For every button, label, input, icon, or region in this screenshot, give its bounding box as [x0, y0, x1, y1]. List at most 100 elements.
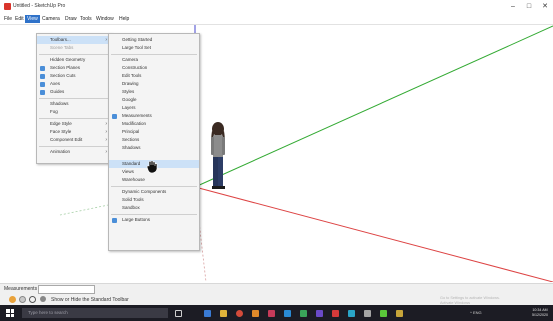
- toolbar-item-shadows[interactable]: Shadows: [109, 144, 199, 152]
- toolbar-item-large-tool-set[interactable]: Large Tool Set: [109, 44, 199, 52]
- toolbar-item-google[interactable]: Google: [109, 96, 199, 104]
- menu-separator: [111, 186, 197, 187]
- toolbar-item-edit-tools[interactable]: Edit Tools: [109, 72, 199, 80]
- taskbar-app-icon[interactable]: [268, 310, 275, 317]
- toolbar-item-styles[interactable]: Styles: [109, 88, 199, 96]
- menu-camera[interactable]: Camera: [40, 15, 62, 23]
- view-menu-item-guides[interactable]: Guides: [37, 88, 111, 96]
- status-bar: Show or Hide the Standard Toolbar Go to …: [0, 294, 553, 305]
- menu-view[interactable]: View: [25, 15, 40, 23]
- clock-time: 10:34 AM: [532, 308, 548, 312]
- view-dropdown-menu: Toolbars... › Scene Tabs Hidden Geometry…: [36, 33, 112, 164]
- window-title: Untitled - SketchUp Pro: [13, 3, 66, 9]
- taskbar-app-icon[interactable]: [380, 310, 387, 317]
- checkmark-icon: [112, 113, 117, 119]
- toolbar-item-sections[interactable]: Sections: [109, 136, 199, 144]
- task-view-icon[interactable]: [175, 310, 182, 317]
- system-tray[interactable]: ^ ENG: [470, 310, 482, 315]
- watermark-line-1: Go to Settings to activate Windows.: [440, 296, 500, 300]
- submenu-arrow-icon: ›: [105, 37, 107, 43]
- menu-tools[interactable]: Tools: [78, 15, 94, 23]
- taskbar-clock[interactable]: 10:34 AM 5/12/2020: [532, 308, 548, 317]
- taskbar-search-placeholder: Type here to search: [28, 310, 68, 315]
- menu-separator: [111, 214, 197, 215]
- user-icon[interactable]: [29, 296, 36, 303]
- view-menu-item-fog[interactable]: Fog: [37, 108, 111, 116]
- taskbar-app-icon[interactable]: [364, 310, 371, 317]
- maximize-button[interactable]: □: [522, 1, 536, 12]
- toolbar-item-getting-started[interactable]: Getting Started: [109, 36, 199, 44]
- view-menu-item-face-style[interactable]: Face Style ›: [37, 128, 111, 136]
- view-menu-item-scene-tabs[interactable]: Scene Tabs: [37, 44, 111, 52]
- taskbar-app-explorer-icon[interactable]: [220, 310, 227, 317]
- taskbar-app-chrome-icon[interactable]: [236, 310, 243, 317]
- toolbar-item-layers[interactable]: Layers: [109, 104, 199, 112]
- toolbar-item-modification[interactable]: Modification: [109, 120, 199, 128]
- submenu-arrow-icon: ›: [105, 137, 107, 143]
- taskbar-app-edge-icon[interactable]: [204, 310, 211, 317]
- green-axis: [194, 25, 553, 188]
- geo-location-icon[interactable]: [9, 296, 16, 303]
- taskbar-app-icon[interactable]: [348, 310, 355, 317]
- menu-separator: [111, 54, 197, 55]
- view-menu-item-section-planes[interactable]: Section Planes: [37, 64, 111, 72]
- view-menu-item-shadows[interactable]: Shadows: [37, 100, 111, 108]
- measurements-label: Measurements: [4, 286, 38, 292]
- close-button[interactable]: ✕: [538, 1, 552, 12]
- toolbar-item-drawing[interactable]: Drawing: [109, 80, 199, 88]
- status-text: Show or Hide the Standard Toolbar: [51, 297, 129, 303]
- submenu-arrow-icon: ›: [105, 121, 107, 127]
- menu-draw[interactable]: Draw: [63, 15, 79, 23]
- sketchup-logo-icon: [4, 3, 11, 10]
- red-axis: [194, 186, 553, 282]
- windows-start-icon[interactable]: [6, 309, 14, 317]
- toolbar-item-solid-tools[interactable]: Solid Tools: [109, 196, 199, 204]
- submenu-arrow-icon: ›: [105, 129, 107, 135]
- toolbar-item-large-buttons[interactable]: Large Buttons: [109, 216, 199, 224]
- view-menu-item-toolbars[interactable]: Toolbars... ›: [37, 36, 111, 44]
- view-menu-item-component-edit[interactable]: Component Edit ›: [37, 136, 111, 144]
- toolbar-item-measurements[interactable]: Measurements: [109, 112, 199, 120]
- toolbar-item-sandbox[interactable]: Sandbox: [109, 204, 199, 212]
- checkmark-icon: [112, 217, 117, 223]
- measurements-bar: Measurements: [0, 283, 553, 294]
- view-menu-item-edge-style[interactable]: Edge Style ›: [37, 120, 111, 128]
- toolbar-item-construction[interactable]: Construction: [109, 64, 199, 72]
- taskbar-app-icon[interactable]: [396, 310, 403, 317]
- view-menu-item-section-cuts[interactable]: Section Cuts: [37, 72, 111, 80]
- toolbar-item-dynamic-components[interactable]: Dynamic Components: [109, 188, 199, 196]
- taskbar-app-icon[interactable]: [252, 310, 259, 317]
- menu-separator: [39, 146, 109, 147]
- toolbars-submenu: Getting Started Large Tool Set Camera Co…: [108, 33, 200, 251]
- menu-help[interactable]: Help: [117, 15, 131, 23]
- measurements-input[interactable]: [38, 285, 95, 294]
- title-bar: Untitled - SketchUp Pro – □ ✕: [0, 0, 553, 14]
- taskbar-app-icon[interactable]: [316, 310, 323, 317]
- checkmark-icon: [40, 73, 45, 79]
- menu-window[interactable]: Window: [94, 15, 116, 23]
- sketchup-window: Untitled - SketchUp Pro – □ ✕ File Edit …: [0, 0, 553, 321]
- hand-cursor-icon: [146, 160, 158, 174]
- menu-edit[interactable]: Edit: [13, 15, 26, 23]
- toolbar-item-camera[interactable]: Camera: [109, 56, 199, 64]
- toolbar-item-warehouse[interactable]: Warehouse: [109, 176, 199, 184]
- view-menu-item-axes[interactable]: Axes: [37, 80, 111, 88]
- taskbar-app-sketchup-icon[interactable]: [332, 310, 339, 317]
- menu-separator: [39, 54, 109, 55]
- taskbar-app-icon[interactable]: [300, 310, 307, 317]
- taskbar-app-icon[interactable]: [284, 310, 291, 317]
- view-menu-item-animation[interactable]: Animation ›: [37, 148, 111, 156]
- checkmark-icon: [40, 81, 45, 87]
- menu-separator: [39, 98, 109, 99]
- help-icon[interactable]: [40, 296, 46, 302]
- minimize-button[interactable]: –: [506, 1, 520, 12]
- credits-icon[interactable]: [19, 296, 26, 303]
- menu-separator: [39, 118, 109, 119]
- submenu-arrow-icon: ›: [105, 149, 107, 155]
- toolbar-item-principal[interactable]: Principal: [109, 128, 199, 136]
- menu-bar: File Edit View Camera Draw Tools Window …: [0, 14, 553, 25]
- person-figure-icon: [211, 122, 225, 189]
- view-menu-item-hidden-geometry[interactable]: Hidden Geometry: [37, 56, 111, 64]
- clock-date: 5/12/2020: [532, 312, 548, 317]
- activate-windows-watermark: Go to Settings to activate Windows. Acti…: [440, 296, 500, 305]
